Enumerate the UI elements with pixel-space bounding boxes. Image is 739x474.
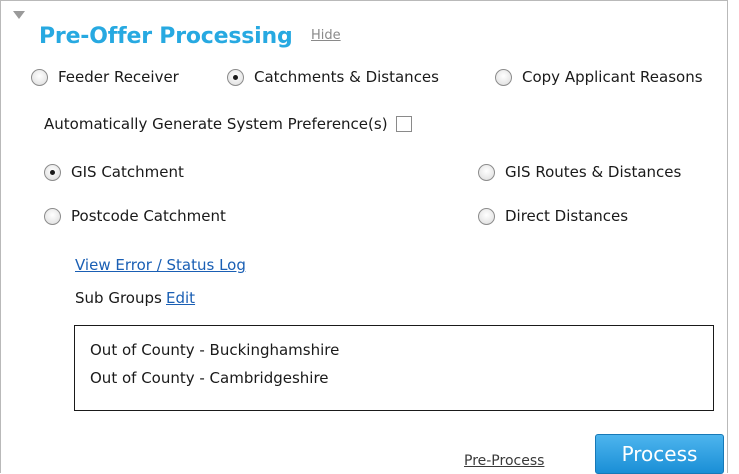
radio-icon[interactable] [478,207,495,225]
collapse-triangle-icon[interactable] [13,11,25,19]
radio-label: Copy Applicant Reasons [522,68,703,86]
list-item[interactable]: Out of County - Buckinghamshire [90,341,339,359]
radio-icon[interactable] [495,68,512,86]
sub-groups-list[interactable]: Out of County - Buckinghamshire Out of C… [74,325,714,411]
list-item[interactable]: Out of County - Cambridgeshire [90,369,329,387]
radio-label: GIS Routes & Distances [505,163,682,181]
hide-link[interactable]: Hide [311,28,341,43]
radio-label: Catchments & Distances [254,68,439,86]
view-error-status-log-link[interactable]: View Error / Status Log [75,256,246,274]
radio-gis-routes-distances[interactable]: GIS Routes & Distances [478,163,681,181]
auto-generate-label: Automatically Generate System Preference… [44,115,388,133]
radio-gis-catchment[interactable]: GIS Catchment [44,163,184,181]
section-title: Pre-Offer Processing [39,24,293,49]
pre-offer-processing-panel: Pre-Offer Processing Hide Feeder Receive… [0,0,728,474]
radio-label: GIS Catchment [71,163,184,181]
radio-icon[interactable] [478,163,495,181]
process-button[interactable]: Process [595,434,724,474]
auto-generate-preferences[interactable]: Automatically Generate System Preference… [44,115,412,133]
radio-label: Feeder Receiver [58,68,179,86]
radio-feeder-receiver[interactable]: Feeder Receiver [31,68,179,86]
radio-postcode-catchment[interactable]: Postcode Catchment [44,207,226,225]
pre-process-link[interactable]: Pre-Process [464,453,544,469]
radio-icon[interactable] [44,163,61,181]
edit-sub-groups-link[interactable]: Edit [166,289,195,307]
radio-direct-distances[interactable]: Direct Distances [478,207,628,225]
radio-copy-applicant-reasons[interactable]: Copy Applicant Reasons [495,68,703,86]
radio-catchments-distances[interactable]: Catchments & Distances [227,68,439,86]
radio-icon[interactable] [44,207,61,225]
radio-label: Direct Distances [505,207,629,225]
radio-icon[interactable] [227,68,244,86]
radio-label: Postcode Catchment [71,207,226,225]
auto-generate-checkbox[interactable] [395,116,412,132]
radio-icon[interactable] [31,68,48,86]
sub-groups-label: Sub Groups [75,289,162,307]
